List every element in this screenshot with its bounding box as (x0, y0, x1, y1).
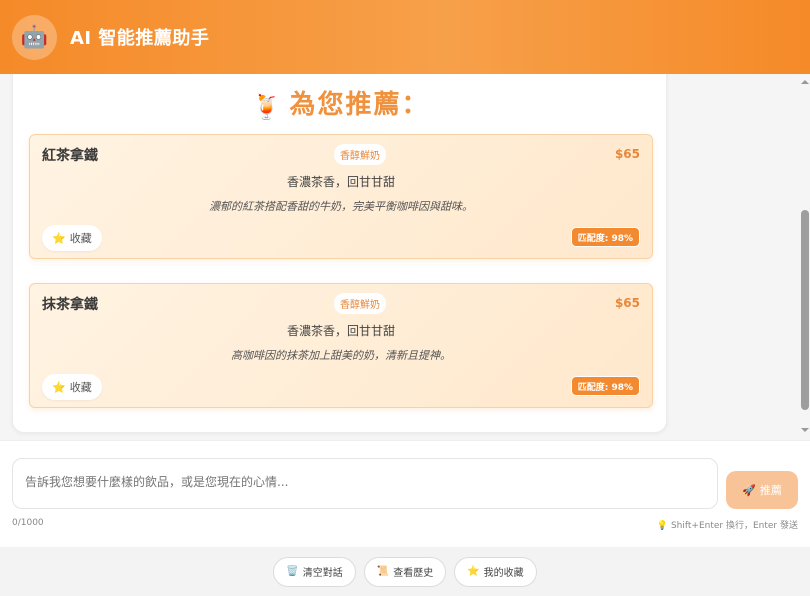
app-title: AI 智能推薦助手 (70, 28, 210, 49)
drink-taste: 香濃茶香，回甘甘甜 (286, 324, 395, 338)
send-label: 推薦 (759, 485, 782, 497)
drink-tag: 香醇鮮奶 (334, 293, 386, 314)
scroll-up-icon[interactable] (801, 78, 809, 86)
my-favorites-button[interactable]: ⭐ 我的收藏 (454, 556, 537, 587)
message-input[interactable] (12, 458, 718, 509)
drink-card: 抹茶拿鐵 香醇鮮奶 $65 香濃茶香，回甘甘甜 高咖啡因的抹茶加上甜美的奶，清新… (29, 283, 653, 408)
scroll-down-icon[interactable] (801, 426, 809, 434)
footer-toolbar: 🗑️ 清空對話 📜 查看歷史 ⭐ 我的收藏 (0, 547, 810, 596)
lightbulb-icon: 💡 (656, 521, 669, 531)
clear-chat-label: 清空對話 (302, 568, 343, 579)
hint-text: Shift+Enter 換行，Enter 發送 (670, 521, 798, 531)
input-hint: 💡 Shift+Enter 換行，Enter 發送 (657, 518, 798, 531)
send-button[interactable]: 🚀 推薦 (726, 471, 798, 509)
drink-taste: 香濃茶香，回甘甘甜 (286, 175, 395, 189)
match-badge: 匹配度: 98% (570, 376, 640, 396)
drink-tag: 香醇鮮奶 (334, 144, 386, 165)
drink-description: 濃郁的紅茶搭配香甜的牛奶，完美平衡咖啡因與甜味。 (209, 200, 473, 213)
star-icon: ⭐ (467, 566, 480, 577)
recommendation-heading: 🍹 為您推薦： (13, 74, 668, 121)
drink-name: 抹茶拿鐵 (42, 297, 98, 313)
app-header: 🤖 AI 智能推薦助手 (0, 0, 810, 74)
scroll-icon: 📜 (376, 566, 390, 577)
drink-price: $65 (614, 296, 640, 310)
favorite-label: 收藏 (69, 382, 92, 394)
drink-price: $65 (614, 147, 640, 161)
input-area: 🚀 推薦 0/1000 💡 Shift+Enter 換行，Enter 發送 (0, 440, 810, 547)
robot-icon: 🤖 (12, 14, 57, 60)
favorite-button[interactable]: ⭐ 收藏 (42, 225, 102, 251)
view-history-button[interactable]: 📜 查看歷史 (363, 556, 447, 587)
match-badge: 匹配度: 98% (570, 227, 640, 247)
recommendation-title: 為您推薦： (289, 90, 430, 120)
drink-card: 紅茶拿鐵 香醇鮮奶 $65 香濃茶香，回甘甘甜 濃郁的紅茶搭配香甜的牛奶，完美平… (29, 134, 653, 259)
recommendation-panel: 🍹 為您推薦： 紅茶拿鐵 香醇鮮奶 $65 香濃茶香，回甘甘甜 濃郁的紅茶搭配香… (12, 74, 667, 433)
star-icon: ⭐ (52, 232, 66, 245)
drink-name: 紅茶拿鐵 (42, 148, 98, 164)
star-icon: ⭐ (52, 381, 66, 394)
scrollbar-thumb[interactable] (801, 210, 809, 410)
cocktail-icon: 🍹 (251, 93, 282, 121)
my-favorites-label: 我的收藏 (483, 568, 524, 579)
favorite-button[interactable]: ⭐ 收藏 (42, 374, 102, 400)
clear-chat-button[interactable]: 🗑️ 清空對話 (273, 556, 356, 587)
chat-area[interactable]: 🍹 為您推薦： 紅茶拿鐵 香醇鮮奶 $65 香濃茶香，回甘甘甜 濃郁的紅茶搭配香… (0, 74, 810, 440)
view-history-label: 查看歷史 (393, 568, 434, 579)
trash-icon: 🗑️ (286, 566, 299, 577)
drink-description: 高咖啡因的抹茶加上甜美的奶，清新且提神。 (231, 349, 451, 362)
char-count: 0/1000 (12, 518, 44, 528)
rocket-icon: 🚀 (742, 484, 756, 497)
favorite-label: 收藏 (69, 233, 92, 245)
